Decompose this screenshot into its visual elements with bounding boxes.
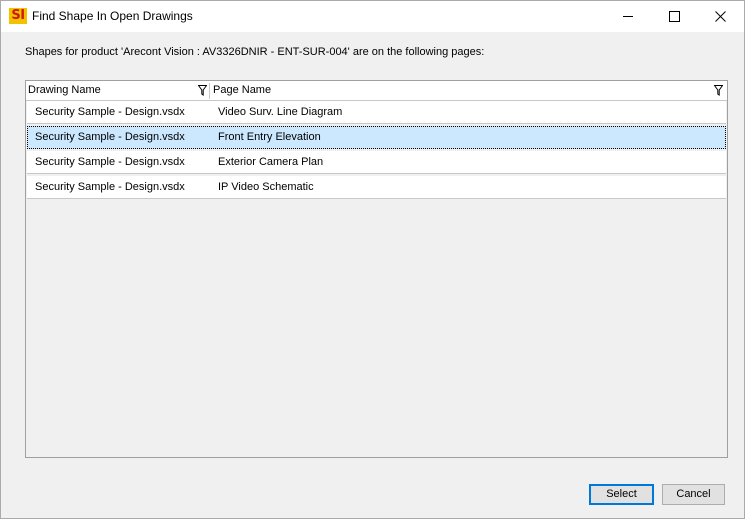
table-row[interactable]: Security Sample - Design.vsdx Video Surv… <box>27 101 726 124</box>
filter-icon[interactable] <box>714 85 723 96</box>
drawing-name-cell: Security Sample - Design.vsdx <box>35 106 185 118</box>
minimize-button[interactable] <box>606 1 652 32</box>
maximize-icon <box>669 11 680 22</box>
window-title: Find Shape In Open Drawings <box>32 9 193 23</box>
table-row[interactable]: Security Sample - Design.vsdx Exterior C… <box>27 151 726 174</box>
minimize-icon <box>623 16 633 17</box>
maximize-button[interactable] <box>652 1 698 32</box>
filter-icon[interactable] <box>198 85 207 96</box>
column-header-page-name[interactable]: Page Name <box>213 81 725 100</box>
close-button[interactable] <box>698 1 744 32</box>
drawing-name-cell: Security Sample - Design.vsdx <box>35 181 185 193</box>
select-button[interactable]: Select <box>589 484 654 505</box>
drawing-name-cell: Security Sample - Design.vsdx <box>35 156 185 168</box>
drawing-name-cell: Security Sample - Design.vsdx <box>35 131 185 143</box>
page-name-cell: Exterior Camera Plan <box>218 156 324 168</box>
page-name-cell: Front Entry Elevation <box>218 131 321 143</box>
close-icon <box>715 11 726 22</box>
column-divider[interactable] <box>209 83 210 99</box>
grid-header: Drawing Name Page Name <box>26 81 727 101</box>
table-row[interactable]: Security Sample - Design.vsdx IP Video S… <box>27 176 726 199</box>
app-icon: SI <box>9 8 27 24</box>
table-row-selected[interactable]: Security Sample - Design.vsdx Front Entr… <box>27 126 726 149</box>
title-bar[interactable]: SI Find Shape In Open Drawings <box>1 1 744 32</box>
page-name-cell: IP Video Schematic <box>218 181 314 193</box>
page-name-cell: Video Surv. Line Diagram <box>218 106 343 118</box>
find-shape-dialog: SI Find Shape In Open Drawings Shapes fo… <box>0 0 745 519</box>
cancel-button[interactable]: Cancel <box>662 484 725 505</box>
info-message: Shapes for product 'Arecont Vision : AV3… <box>25 46 485 58</box>
results-grid[interactable]: Drawing Name Page Name Security Sample -… <box>25 80 728 458</box>
column-header-drawing-name[interactable]: Drawing Name <box>28 81 210 100</box>
